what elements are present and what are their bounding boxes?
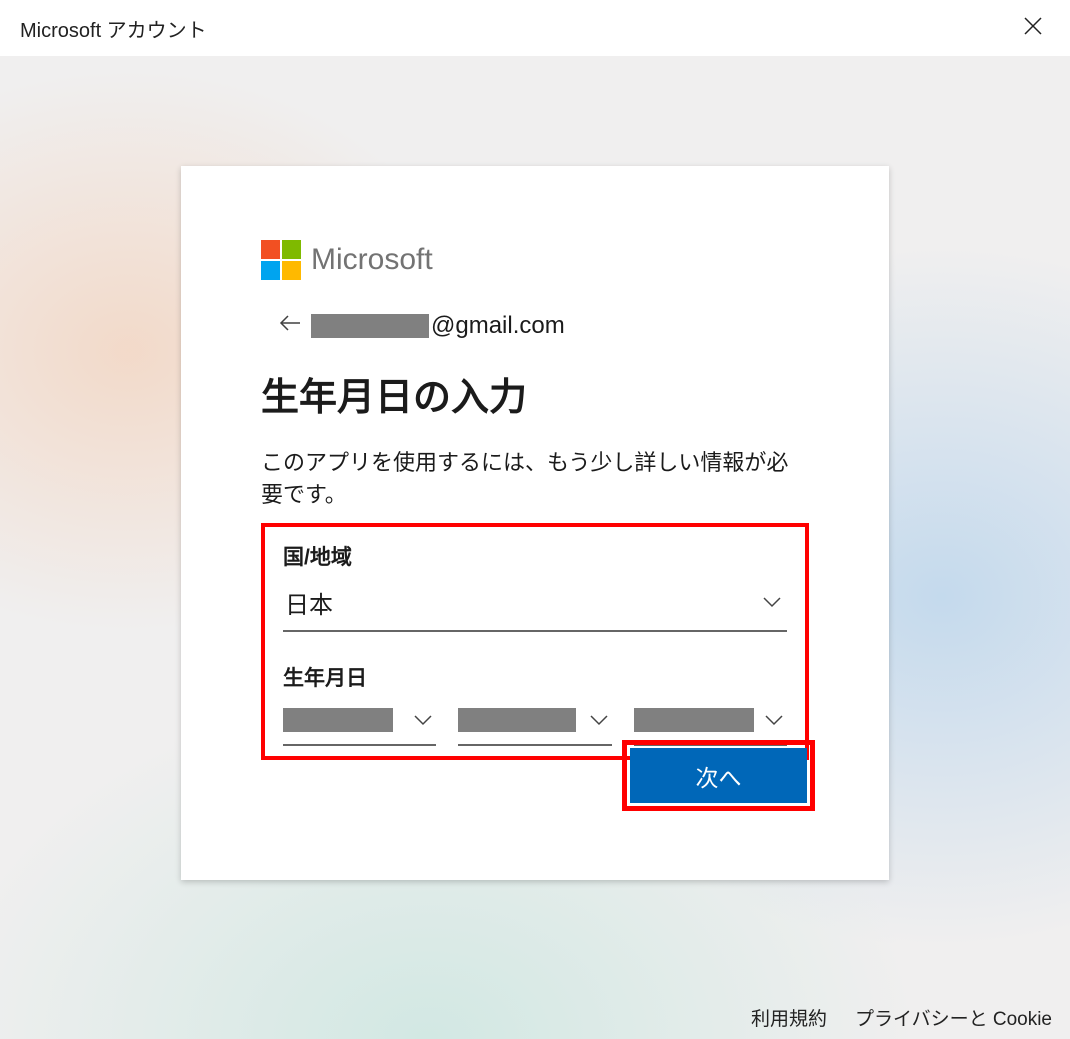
email-suffix: @gmail.com [431,312,565,340]
page-heading: 生年月日の入力 [261,366,809,421]
next-button[interactable]: 次へ [630,748,807,803]
button-highlight-box: 次へ [622,740,815,811]
country-select[interactable]: 日本 [283,579,787,632]
brand-row: Microsoft [261,240,809,280]
chevron-down-icon [414,711,432,729]
birth-year-select[interactable] [283,700,436,746]
country-label: 国/地域 [283,541,787,571]
birth-label: 生年月日 [283,662,787,692]
chevron-down-icon [763,594,781,612]
page-subtext: このアプリを使用するには、もう少し詳しい情報が必要です。 [261,445,809,509]
account-email: @gmail.com [311,312,565,340]
window-title: Microsoft アカウント [20,14,207,43]
country-value: 日本 [285,585,333,620]
birth-month-select[interactable] [458,700,611,746]
form-highlight-box: 国/地域 日本 生年月日 [261,523,809,760]
titlebar: Microsoft アカウント [0,0,1070,56]
brand-name: Microsoft [311,243,433,277]
back-arrow-icon[interactable] [279,312,301,340]
redacted-year [283,708,393,732]
identity-row: @gmail.com [261,312,809,340]
redacted-month [458,708,576,732]
country-field: 国/地域 日本 [283,541,787,632]
microsoft-logo-icon [261,240,301,280]
chevron-down-icon [765,711,783,729]
privacy-link[interactable]: プライバシーと Cookie [855,1004,1052,1031]
chevron-down-icon [590,711,608,729]
redacted-day [634,708,754,732]
signin-card: Microsoft @gmail.com 生年月日の入力 このアプリを使用するに… [181,166,889,880]
close-icon[interactable] [1016,9,1050,47]
footer-links: 利用規約 プライバシーと Cookie [751,1004,1052,1031]
birth-field: 生年月日 [283,662,787,746]
terms-link[interactable]: 利用規約 [751,1004,827,1031]
backdrop: Microsoft @gmail.com 生年月日の入力 このアプリを使用するに… [0,56,1070,1039]
redacted-email-local [311,314,429,338]
